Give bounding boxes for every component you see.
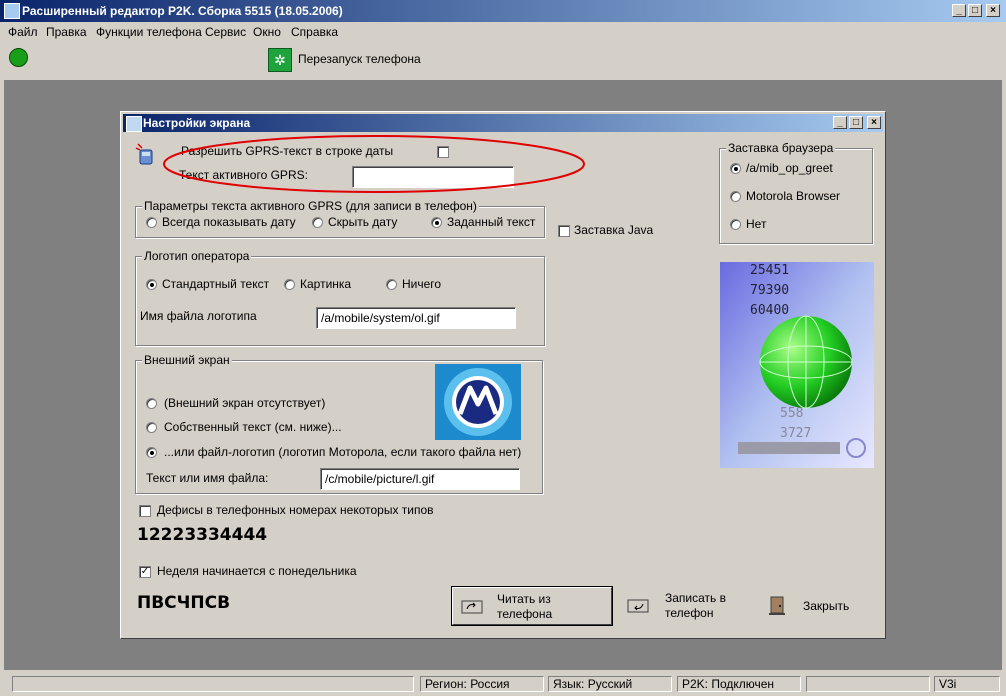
external-text-input[interactable]	[320, 468, 520, 490]
hyphens-checkbox[interactable]	[139, 505, 151, 517]
external-screen-legend: Внешний экран	[142, 353, 232, 367]
logo-file-radio[interactable]	[146, 447, 157, 458]
motorola-logo-icon	[435, 364, 521, 440]
operator-picture-radio[interactable]	[284, 279, 295, 290]
week-monday-checkbox[interactable]: ✓	[139, 566, 151, 578]
preview-digits-1: 25451	[750, 263, 789, 278]
status-region: Регион: Россия	[420, 676, 544, 692]
menu-file[interactable]: Файл	[8, 25, 38, 39]
close-dialog-label: Закрыть	[803, 599, 850, 613]
gprs-params-group: Параметры текста активного GPRS (для зап…	[135, 199, 545, 238]
dialog-maximize-button[interactable]: □	[849, 116, 863, 129]
operator-standard-text-label[interactable]: Стандартный текст	[162, 277, 269, 291]
minimize-button[interactable]: _	[952, 4, 966, 17]
read-from-phone-button[interactable]: Читать из телефона	[451, 586, 613, 626]
read-from-phone-icon	[461, 600, 483, 614]
app-icon	[4, 3, 20, 19]
write-to-phone-icon	[627, 599, 649, 613]
week-example: ПВСЧПСВ	[137, 593, 231, 613]
menu-window[interactable]: Окно	[253, 25, 281, 39]
no-external-screen-label[interactable]: (Внешний экран отсутствует)	[164, 396, 325, 410]
write-to-phone-button[interactable]: Записать в телефон	[621, 587, 751, 625]
week-monday-label[interactable]: Неделя начинается с понедельника	[157, 564, 357, 578]
screen-settings-dialog: Настройки экрана _ □ × Разрешить GPRS-те…	[120, 111, 886, 639]
operator-standard-text-radio[interactable]	[146, 279, 157, 290]
menu-phone[interactable]: Функции телефона	[96, 25, 202, 39]
java-saver-checkbox[interactable]	[558, 225, 570, 237]
dialog-title: Настройки экрана	[143, 116, 251, 130]
preview-digits-5: 3727	[780, 426, 811, 441]
toolbar	[0, 42, 1006, 80]
browser-saver-legend: Заставка браузера	[726, 141, 836, 155]
browser-saver-none-label[interactable]: Нет	[746, 217, 766, 231]
write-to-phone-label: Записать в телефон	[665, 591, 726, 620]
operator-logo-legend: Логотип оператора	[142, 249, 252, 263]
no-external-screen-radio[interactable]	[146, 398, 157, 409]
status-pane-empty	[806, 676, 930, 692]
browser-saver-none-radio[interactable]	[730, 219, 741, 230]
browser-saver-preview-image: 25451 79390 60400 558 3727	[720, 262, 874, 468]
app-title: Расширенный редактор P2K. Сборка 5515 (1…	[22, 4, 343, 18]
external-text-label: Текст или имя файла:	[146, 471, 269, 485]
browser-saver-mib-radio[interactable]	[730, 163, 741, 174]
read-from-phone-label: Читать из телефона	[497, 592, 553, 621]
door-exit-icon	[769, 596, 785, 615]
custom-text-radio[interactable]	[431, 217, 442, 228]
preview-digits-2: 79390	[750, 283, 789, 298]
close-dialog-button[interactable]: Закрыть	[761, 587, 871, 625]
operator-nothing-label[interactable]: Ничего	[402, 277, 441, 291]
status-connection: P2K: Подключен	[677, 676, 801, 692]
hide-date-radio[interactable]	[312, 217, 323, 228]
app-titlebar[interactable]: Расширенный редактор P2K. Сборка 5515 (1…	[0, 0, 1006, 22]
connection-indicator-icon	[9, 48, 28, 67]
dialog-minimize-button[interactable]: _	[833, 116, 847, 129]
own-text-radio[interactable]	[146, 422, 157, 433]
menu-help[interactable]: Справка	[291, 25, 338, 39]
operator-nothing-radio[interactable]	[386, 279, 397, 290]
dialog-close-button[interactable]: ×	[867, 116, 881, 129]
java-saver-label[interactable]: Заставка Java	[574, 223, 653, 237]
menu-service[interactable]: Сервис	[205, 25, 246, 39]
operator-picture-label[interactable]: Картинка	[300, 277, 351, 291]
restart-phone-button[interactable]: Перезапуск телефона	[298, 52, 421, 66]
hide-date-label[interactable]: Скрыть дату	[328, 215, 397, 229]
operator-logo-group: Логотип оператора Стандартный текст Карт…	[135, 249, 545, 346]
gprs-params-legend: Параметры текста активного GPRS (для зап…	[142, 199, 479, 213]
logo-filename-label: Имя файла логотипа	[140, 309, 257, 323]
logo-filename-input[interactable]	[316, 307, 516, 329]
browser-saver-mib-label[interactable]: /a/mib_op_greet	[746, 161, 833, 175]
menu-edit[interactable]: Правка	[46, 25, 87, 39]
restart-phone-icon[interactable]: ✲	[268, 48, 292, 72]
browser-saver-motorola-label[interactable]: Motorola Browser	[746, 189, 840, 203]
custom-text-label[interactable]: Заданный текст	[447, 215, 535, 229]
always-show-date-radio[interactable]	[146, 217, 157, 228]
browser-saver-motorola-radio[interactable]	[730, 191, 741, 202]
hyphens-example: 12223334444	[137, 525, 268, 545]
maximize-button[interactable]: □	[968, 4, 982, 17]
dialog-titlebar[interactable]: Настройки экрана _ □ ×	[123, 114, 883, 132]
hyphens-label[interactable]: Дефисы в телефонных номерах некоторых ти…	[157, 503, 434, 517]
preview-digits-4: 558	[780, 406, 803, 421]
preview-digits-3: 60400	[750, 303, 789, 318]
logo-file-label[interactable]: ...или файл-логотип (логотип Моторола, е…	[164, 445, 521, 459]
browser-saver-group: Заставка браузера /a/mib_op_greet Motoro…	[719, 141, 873, 244]
always-show-date-label[interactable]: Всегда показывать дату	[162, 215, 296, 229]
menu-bar: Файл Правка Функции телефона Сервис Окно…	[0, 22, 1006, 42]
status-pane-main	[12, 676, 414, 692]
external-screen-group: Внешний экран (Внешний экран отсутствует…	[135, 353, 543, 494]
gprs-phone-icon	[135, 143, 153, 165]
close-button[interactable]: ×	[986, 4, 1000, 17]
status-language: Язык: Русский	[548, 676, 672, 692]
own-text-label[interactable]: Собственный текст (см. ниже)...	[164, 420, 342, 434]
dialog-icon	[126, 116, 142, 132]
status-model: V3i	[934, 676, 1000, 692]
red-ellipse-annotation	[163, 135, 585, 193]
